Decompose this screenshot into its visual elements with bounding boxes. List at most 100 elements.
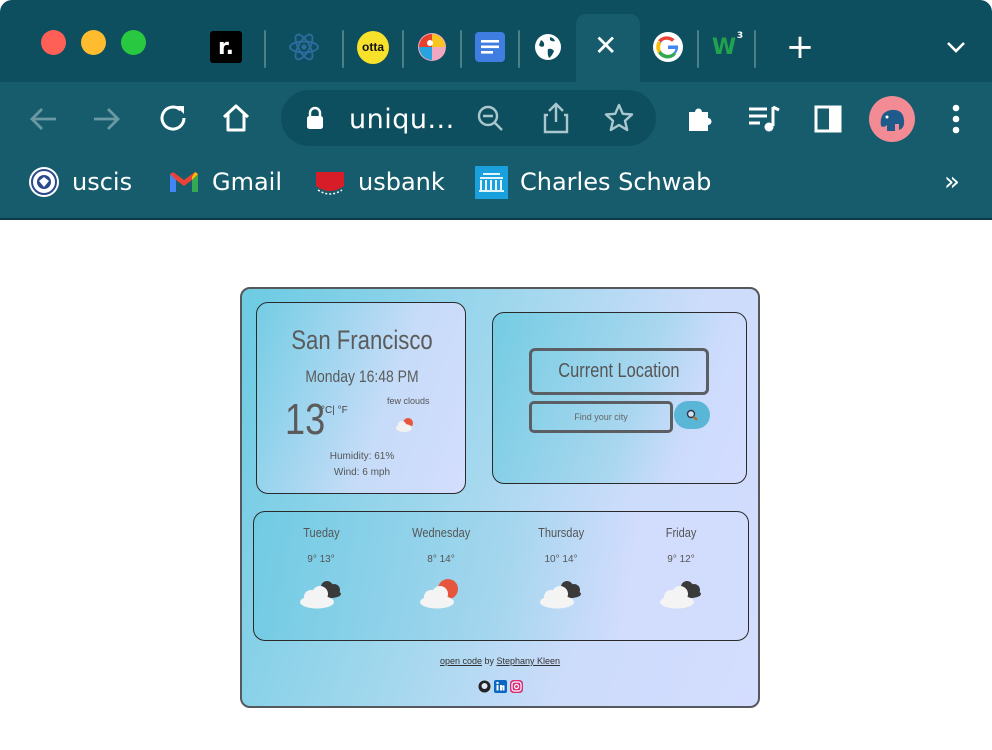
forecast-day-name: Friday: [665, 525, 697, 540]
tab-otta[interactable]: otta: [357, 30, 389, 64]
globe-icon: [535, 34, 561, 60]
w3-logo-icon: W3: [711, 30, 744, 60]
forecast-day-name: Tueday: [302, 525, 340, 540]
social-links: [478, 680, 523, 693]
home-button[interactable]: [218, 100, 254, 136]
search-panel: Current Location Find your city: [492, 312, 747, 484]
reload-button[interactable]: [155, 100, 191, 136]
forecast-temp-range: 9° 13°: [307, 554, 335, 565]
weather-description: few clouds: [387, 396, 430, 406]
current-location-button[interactable]: Current Location: [529, 348, 709, 395]
current-temperature: 13: [285, 395, 326, 444]
maximize-window-button[interactable]: [121, 30, 146, 55]
chevron-down-icon: [947, 42, 965, 53]
instagram-icon[interactable]: [510, 680, 523, 693]
puzzle-icon: [689, 108, 712, 131]
bookmark-gmail[interactable]: Gmail: [168, 166, 282, 198]
tab-colorful[interactable]: [416, 31, 448, 63]
profile-avatar[interactable]: [869, 96, 915, 142]
media-control-button[interactable]: [746, 102, 782, 136]
bookmarks-overflow-button[interactable]: »: [944, 166, 960, 198]
browser-menu-button[interactable]: [944, 102, 968, 136]
forecast-day-name: Thursday: [537, 525, 585, 540]
tab-separator: [402, 30, 404, 68]
browser-tab-bar: r. otta ✕ W 3 +: [0, 0, 992, 82]
forecast-day: Tueday 9° 13°: [276, 524, 366, 609]
tab-r[interactable]: r.: [210, 31, 242, 63]
forecast-temp-range: 8° 14°: [427, 554, 455, 565]
unit-toggle[interactable]: °C| °F: [321, 405, 348, 416]
tab-separator: [264, 30, 266, 68]
address-bar[interactable]: uniqu...: [281, 90, 656, 146]
city-name: San Francisco: [291, 325, 433, 355]
tab-w3[interactable]: W3: [708, 30, 744, 63]
wind-speed: Wind: 6 mph: [333, 467, 391, 478]
search-icon: [686, 409, 698, 421]
few-clouds-icon: [396, 418, 413, 432]
forecast-day-name: Wednesday: [411, 525, 471, 540]
toolbar-divider: [0, 218, 992, 220]
current-weather-panel: San Francisco Monday 16:48 PM 13 °C| °F …: [256, 302, 466, 494]
url-text[interactable]: uniqu...: [349, 104, 455, 135]
bookmark-charles-schwab[interactable]: Charles Schwab: [475, 165, 712, 199]
open-code-link[interactable]: open code: [440, 656, 482, 666]
tab-separator: [697, 30, 699, 68]
side-panel-icon: [814, 105, 842, 133]
tab-search-button[interactable]: [940, 31, 972, 63]
extensions-button[interactable]: [683, 102, 717, 136]
share-icon[interactable]: [543, 102, 569, 134]
gmail-icon: [170, 172, 198, 192]
elephant-avatar-icon: [880, 109, 905, 131]
forecast-day: Friday 9° 12°: [636, 524, 726, 609]
tab-separator: [342, 30, 344, 68]
side-panel-button[interactable]: [811, 102, 845, 136]
otta-logo-icon: otta: [357, 30, 389, 64]
uscis-seal-icon: [29, 167, 59, 197]
app-footer: open code by Stephany Kleen: [439, 656, 561, 666]
arrow-right-icon: [94, 108, 120, 130]
more-vertical-icon: [952, 104, 960, 134]
cloudy-icon: [660, 581, 701, 609]
search-button[interactable]: [674, 401, 710, 429]
forecast-panel: Tueday 9° 13° Wednesday 8° 14° Thursday …: [253, 511, 749, 641]
tab-separator: [460, 30, 462, 68]
author-link[interactable]: Stephany Kleen: [497, 656, 561, 666]
linkedin-icon[interactable]: [494, 680, 507, 693]
r-logo-icon: r.: [210, 31, 242, 63]
arrow-left-icon: [30, 108, 56, 130]
cloudy-icon: [540, 581, 581, 609]
bookmark-label: usbank: [358, 168, 445, 196]
close-tab-icon[interactable]: ✕: [594, 32, 617, 60]
current-datetime: Monday 16:48 PM: [305, 367, 419, 386]
bookmark-label: Charles Schwab: [520, 168, 712, 196]
cloudy-icon: [300, 581, 341, 609]
forward-button[interactable]: [90, 102, 124, 136]
bookmark-usbank[interactable]: usbank: [314, 166, 445, 198]
tab-google[interactable]: [652, 31, 684, 63]
partly-sunny-icon: [420, 579, 458, 609]
close-window-button[interactable]: [41, 30, 66, 55]
minimize-window-button[interactable]: [81, 30, 106, 55]
city-search-input[interactable]: Find your city: [529, 401, 673, 433]
zoom-out-icon[interactable]: [476, 104, 504, 132]
bookmark-star-icon[interactable]: [604, 103, 634, 133]
back-button[interactable]: [26, 102, 60, 136]
tab-docs[interactable]: [474, 31, 506, 63]
humidity: Humidity: 61%: [329, 451, 395, 462]
forecast-temp-range: 9° 12°: [667, 554, 695, 565]
forecast-day: Thursday 10° 14°: [516, 524, 606, 609]
bookmarks-bar: uscis Gmail usbank Charles Schwab »: [0, 156, 992, 219]
tab-separator: [518, 30, 520, 68]
bookmark-uscis[interactable]: uscis: [28, 166, 132, 198]
bookmark-label: uscis: [72, 168, 133, 196]
google-icon: [653, 32, 683, 62]
tab-globe[interactable]: [532, 31, 564, 63]
tab-active[interactable]: ✕: [576, 14, 640, 82]
lock-icon: [307, 106, 323, 129]
browser-toolbar: uniqu...: [0, 82, 992, 156]
github-icon[interactable]: [478, 680, 491, 693]
new-tab-button[interactable]: +: [784, 27, 816, 67]
tab-react[interactable]: [288, 31, 320, 63]
schwab-icon: [475, 165, 508, 199]
reload-icon: [160, 105, 186, 131]
